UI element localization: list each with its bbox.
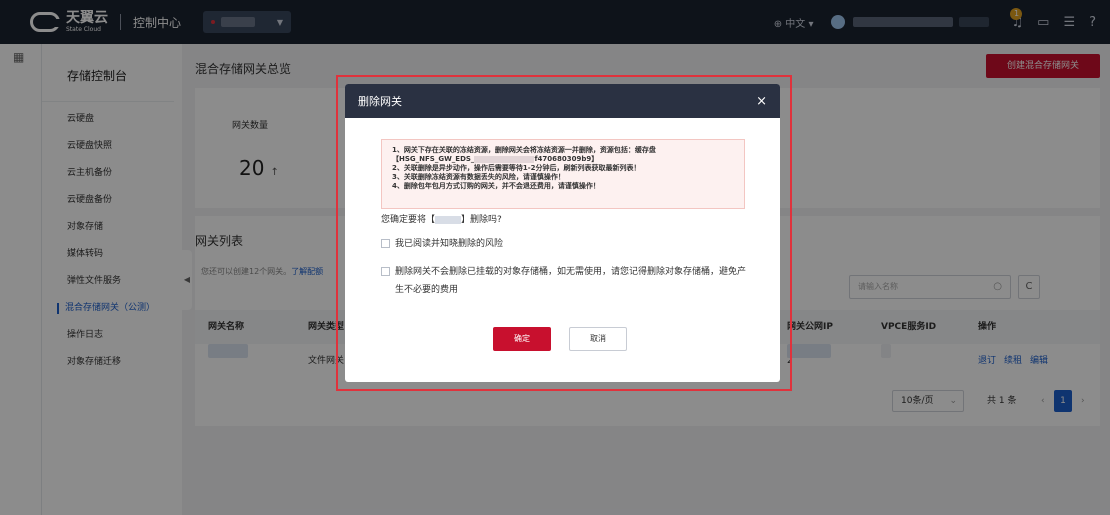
bucket-reminder-checkbox[interactable]: 删除网关不会删除已挂载的对象存储桶，如无需使用，请您记得删除对象存储桶，避免产生… — [381, 263, 751, 299]
warning-line-1: 1、网关下存在关联的冻结资源，删除网关会将冻结资源一并删除，资源包括：缓存盘【H… — [392, 146, 656, 163]
warning-line-4: 4、删除包年包月方式订购的网关，并不会退还费用，请谨慎操作！ — [392, 182, 600, 190]
delete-gateway-dialog: 删除网关 × 1、网关下存在关联的冻结资源，删除网关会将冻结资源一并删除，资源包… — [345, 84, 780, 382]
checkbox[interactable] — [381, 239, 390, 248]
warning-line-2: 2、关联删除是异步动作，操作后需要等待1-2分钟后，刷新列表获取最新列表！ — [392, 164, 641, 172]
risk-acknowledge-checkbox[interactable]: 我已阅读并知晓删除的风险 — [381, 235, 780, 253]
confirm-button[interactable]: 确定 — [493, 327, 551, 351]
cancel-button[interactable]: 取消 — [569, 327, 627, 351]
resource-redacted — [474, 155, 535, 163]
checkbox[interactable] — [381, 267, 390, 276]
dialog-header: 删除网关 × — [345, 84, 780, 118]
confirm-question: 您确定要将【 】删除吗? — [381, 215, 502, 225]
warning-box: 1、网关下存在关联的冻结资源，删除网关会将冻结资源一并删除，资源包括：缓存盘【H… — [381, 139, 745, 209]
warning-line-3: 3、关联删除冻结资源有数据丢失的风险，请谨慎操作！ — [392, 173, 565, 181]
dialog-title: 删除网关 — [358, 95, 402, 108]
dialog-footer: 确定 取消 — [493, 327, 627, 351]
close-icon[interactable]: × — [756, 94, 767, 109]
gateway-name-redacted — [435, 215, 462, 224]
